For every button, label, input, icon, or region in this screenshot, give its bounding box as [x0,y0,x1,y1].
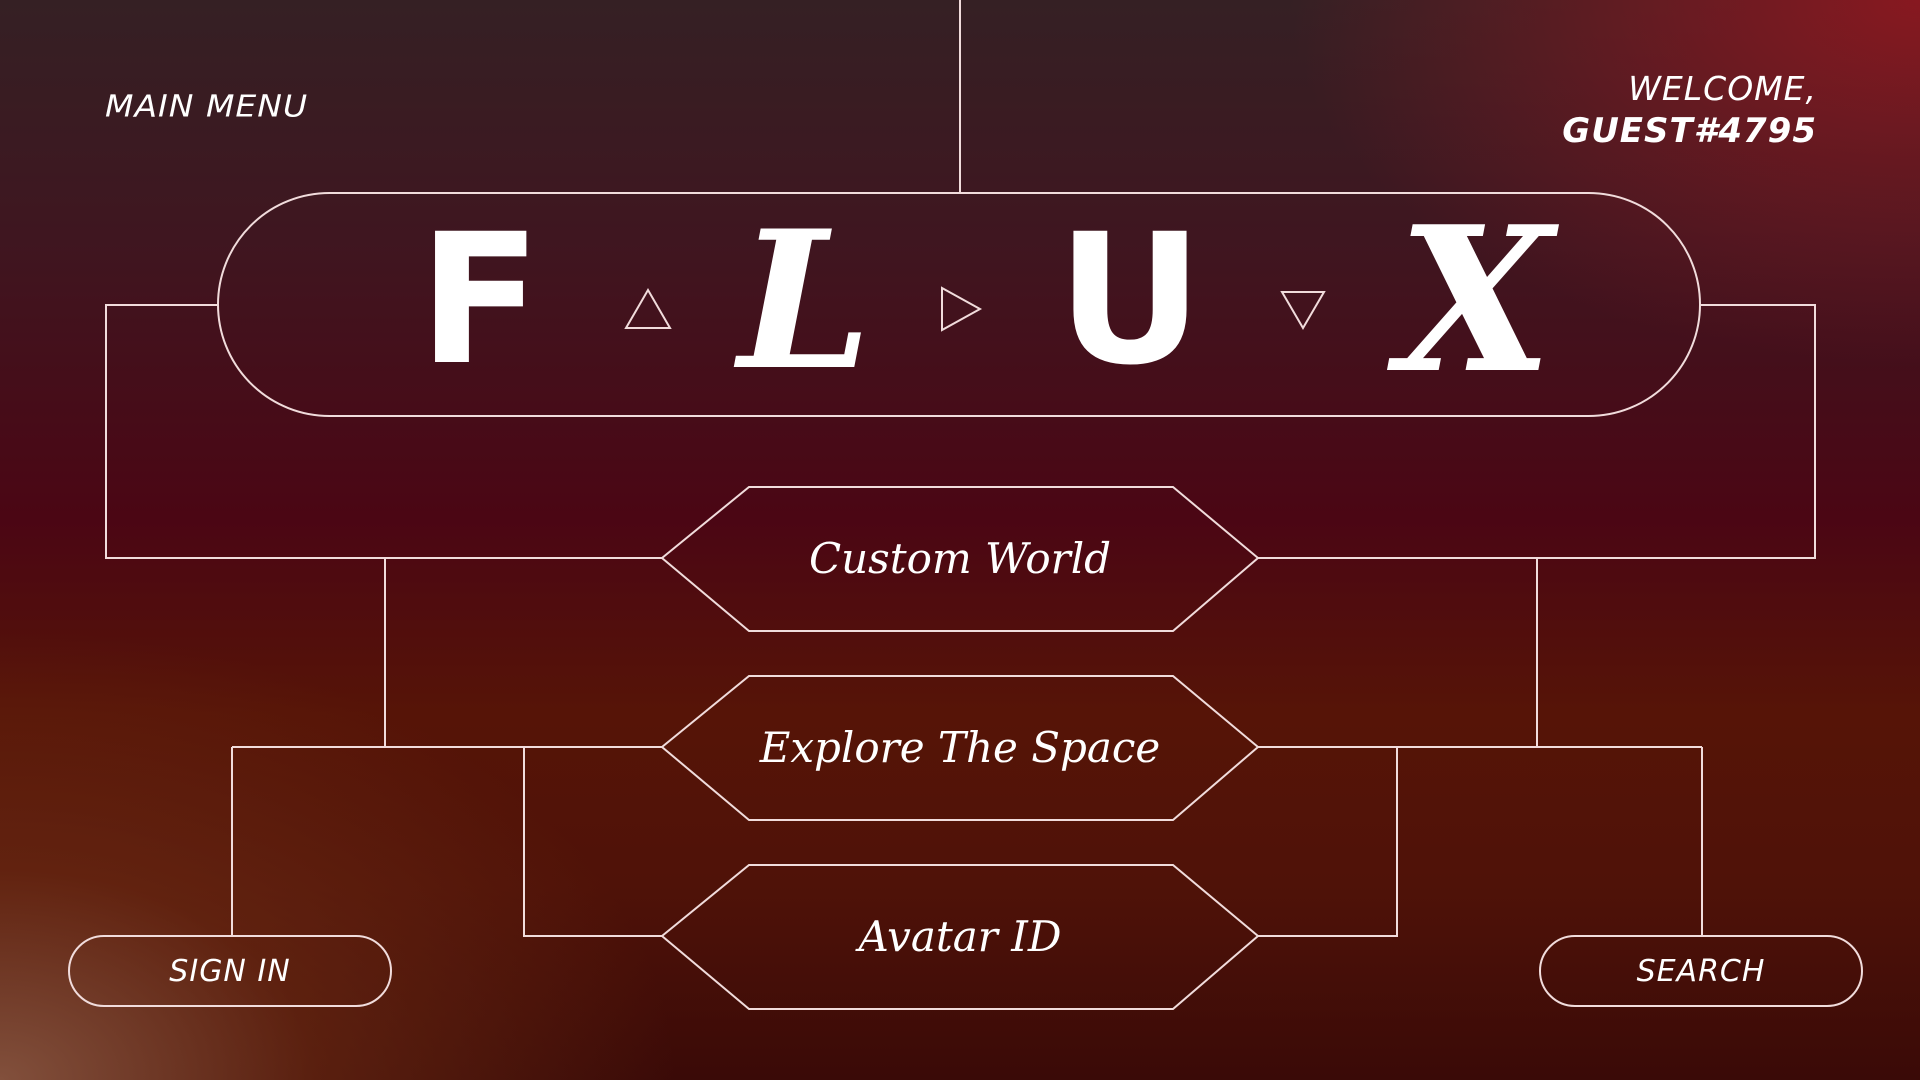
left-avatar-line [523,747,662,937]
main-menu-title: MAIN MENU [105,88,309,124]
guest-username: GUEST#4795 [1562,111,1817,151]
logo-letter-u: U [1056,195,1204,405]
logo-letter-l: L [738,188,872,412]
right-avatar-line [1258,747,1398,937]
sign-in-button[interactable]: SIGN IN [68,935,392,1007]
menu-item-custom-world[interactable]: Custom World [660,486,1260,630]
welcome-label: WELCOME, [1628,69,1817,108]
logo-letter-f: F [418,195,542,405]
menu-item-explore-the-space[interactable]: Explore The Space [660,675,1260,819]
search-button[interactable]: SEARCH [1539,935,1863,1007]
logo-letter-x: X [1397,182,1553,418]
menu-item-avatar-id[interactable]: Avatar ID [660,864,1260,1008]
welcome-block: WELCOME, GUEST#4795 [1562,68,1817,152]
